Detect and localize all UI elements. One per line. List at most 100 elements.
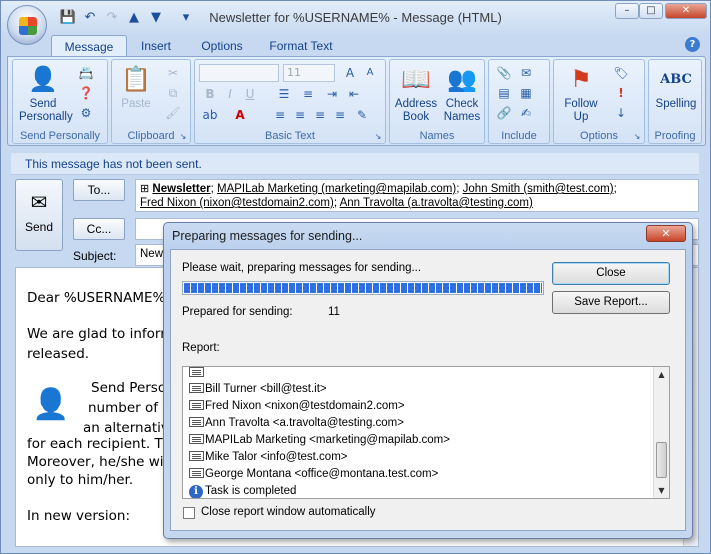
follow-up-label: Follow Up bbox=[564, 98, 598, 123]
follow-up-button[interactable]: ⚑ Follow Up bbox=[556, 64, 606, 124]
attach-item-icon[interactable]: ✉ bbox=[517, 64, 535, 82]
message-icon bbox=[189, 434, 204, 444]
font-name-dropdown[interactable] bbox=[199, 64, 279, 82]
body-text: only to him/her. bbox=[27, 472, 134, 488]
group-options: ⚑ Follow Up 🏷 ! ↓ Options ↘ bbox=[553, 59, 645, 144]
close-button[interactable]: Close bbox=[552, 262, 670, 285]
list-item: George Montana <office@montana.test.com> bbox=[189, 466, 438, 482]
outdent-icon[interactable]: ⇤ bbox=[345, 85, 363, 103]
progress-bar bbox=[182, 281, 544, 295]
follow-up-flag-icon: ⚑ bbox=[570, 66, 592, 93]
save-report-button[interactable]: Save Report... bbox=[552, 291, 670, 314]
list-item bbox=[189, 367, 205, 381]
send-personally-label: Send Personally bbox=[19, 98, 73, 123]
font-color-icon[interactable]: A bbox=[231, 106, 249, 124]
body-greeting: Dear %USERNAME%. bbox=[27, 290, 170, 306]
tab-message[interactable]: Message bbox=[51, 35, 127, 57]
prepared-label: Prepared for sending: bbox=[182, 306, 293, 318]
report-entry: Ann Travolta <a.travolta@testing.com> bbox=[205, 417, 404, 429]
business-card-icon[interactable]: ▤ bbox=[495, 84, 513, 102]
font-size-dropdown[interactable]: 11 bbox=[283, 64, 335, 82]
recipient-john-smith[interactable]: John Smith (smith@test.com) bbox=[463, 183, 614, 195]
tab-format-text[interactable]: Format Text bbox=[263, 35, 339, 57]
send-personally-button[interactable]: 👤 Send Personally bbox=[15, 64, 73, 124]
check-names-button[interactable]: 👥 Check Names bbox=[440, 64, 484, 124]
recipient-mapilab[interactable]: MAPILab Marketing (marketing@mapilab.com… bbox=[217, 183, 456, 195]
align-center-icon[interactable]: ≡ bbox=[291, 106, 309, 124]
cc-button[interactable]: Cc... bbox=[73, 218, 125, 240]
question-icon[interactable]: ❓ bbox=[77, 84, 95, 102]
auto-close-checkbox[interactable] bbox=[183, 507, 195, 519]
clear-formatting-icon[interactable]: ✎ bbox=[353, 106, 371, 124]
grow-font-icon[interactable]: A bbox=[341, 64, 359, 82]
report-label: Report: bbox=[182, 342, 220, 354]
align-left-icon[interactable]: ≡ bbox=[271, 106, 289, 124]
help-icon[interactable]: ? bbox=[685, 37, 700, 52]
attach-file-icon[interactable]: 📎 bbox=[495, 64, 513, 82]
tab-options[interactable]: Options bbox=[191, 35, 253, 57]
options-launcher-icon[interactable]: ↘ bbox=[628, 128, 646, 146]
align-right-icon[interactable]: ≡ bbox=[311, 106, 329, 124]
bullets-icon[interactable]: ☰ bbox=[275, 85, 293, 103]
paste-button[interactable]: 📋 Paste bbox=[114, 64, 158, 111]
high-importance-icon[interactable]: ! bbox=[612, 84, 630, 102]
basic-text-launcher-icon[interactable]: ↘ bbox=[369, 128, 387, 146]
list-item: Mike Talor <info@test.com> bbox=[189, 449, 348, 465]
hyperlink-icon[interactable]: 🔗 bbox=[495, 104, 513, 122]
bold-icon[interactable]: B bbox=[201, 85, 219, 103]
list-item: Fred Nixon <nixon@testdomain2.com> bbox=[189, 398, 405, 414]
recipient-fred-nixon[interactable]: Fred Nixon (nixon@testdomain2.com) bbox=[140, 197, 334, 209]
copy-icon[interactable]: ⧉ bbox=[164, 84, 182, 102]
low-importance-icon[interactable]: ↓ bbox=[612, 104, 630, 122]
shrink-font-icon[interactable]: A bbox=[361, 64, 379, 82]
indent-icon[interactable]: ⇥ bbox=[323, 85, 341, 103]
calendar-icon[interactable]: ▦ bbox=[517, 84, 535, 102]
dialog-title: Preparing messages for sending... bbox=[172, 229, 363, 243]
address-book-label: Address Book bbox=[394, 98, 438, 123]
dialog-close-icon[interactable]: ✕ bbox=[646, 225, 686, 242]
italic-icon[interactable]: I bbox=[221, 85, 239, 103]
group-include: 📎 ✉ ▤ ▦ 🔗 ✍ Include bbox=[488, 59, 550, 144]
send-button[interactable]: ✉ Send bbox=[15, 179, 63, 251]
tab-insert[interactable]: Insert bbox=[131, 35, 181, 57]
send-personally-logo-icon: 👤 bbox=[32, 387, 70, 422]
message-icon bbox=[189, 400, 204, 410]
paste-icon: 📋 bbox=[121, 66, 151, 93]
body-text: an alternativ bbox=[83, 420, 169, 436]
close-window-button[interactable]: ✕ bbox=[665, 3, 707, 19]
numbering-icon[interactable]: ≡ bbox=[299, 85, 317, 103]
spelling-button[interactable]: ABC Spelling bbox=[651, 64, 701, 111]
send-label: Send bbox=[24, 220, 54, 234]
recipient-newsletter[interactable]: Newsletter bbox=[152, 183, 210, 195]
report-list[interactable]: Bill Turner <bill@test.it> Fred Nixon <n… bbox=[182, 366, 670, 499]
categorize-icon[interactable]: 🏷 bbox=[612, 64, 630, 82]
justify-icon[interactable]: ≡ bbox=[331, 106, 349, 124]
paste-label: Paste bbox=[121, 98, 151, 110]
address-book-icon: 📖 bbox=[401, 66, 431, 93]
report-scrollbar[interactable]: ▲ ▼ bbox=[653, 367, 669, 498]
expand-group-icon[interactable]: ⊞ bbox=[140, 183, 149, 195]
to-button[interactable]: To... bbox=[73, 179, 125, 201]
signature-icon[interactable]: ✍ bbox=[517, 104, 535, 122]
scroll-up-icon[interactable]: ▲ bbox=[654, 367, 669, 382]
underline-icon[interactable]: U bbox=[241, 85, 259, 103]
settings-icon[interactable]: ⚙ bbox=[77, 104, 95, 122]
recipient-ann-travolta[interactable]: Ann Travolta (a.travolta@testing.com) bbox=[340, 197, 533, 209]
format-painter-icon[interactable]: 🖌 bbox=[164, 104, 182, 122]
contacts-icon[interactable]: 📇 bbox=[77, 64, 95, 82]
scroll-thumb[interactable] bbox=[656, 442, 667, 478]
to-field[interactable]: ⊞ Newsletter; MAPILab Marketing (marketi… bbox=[135, 179, 699, 212]
cut-icon[interactable]: ✂ bbox=[164, 64, 182, 82]
maximize-button[interactable]: □ bbox=[639, 3, 663, 19]
minimize-button[interactable]: – bbox=[615, 3, 639, 19]
subject-value: New bbox=[140, 248, 164, 260]
office-button[interactable] bbox=[7, 5, 47, 45]
highlight-icon[interactable]: ab bbox=[201, 106, 219, 124]
auto-close-label: Close report window automatically bbox=[201, 506, 376, 518]
clipboard-launcher-icon[interactable]: ↘ bbox=[174, 128, 192, 146]
scroll-down-icon[interactable]: ▼ bbox=[654, 483, 669, 498]
list-item: Bill Turner <bill@test.it> bbox=[189, 381, 327, 397]
spelling-icon: ABC bbox=[660, 72, 692, 87]
address-book-button[interactable]: 📖 Address Book bbox=[392, 64, 440, 124]
group-basic-text: 11 A A B I U ☰ ≡ ⇥ ⇤ ab A ≡ ≡ ≡ ≡ ✎ Basi… bbox=[194, 59, 386, 144]
